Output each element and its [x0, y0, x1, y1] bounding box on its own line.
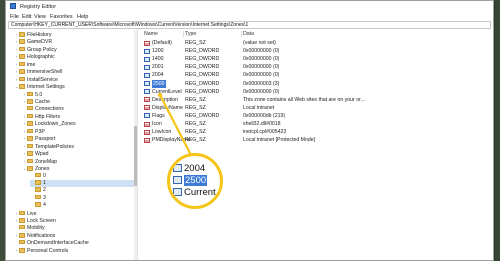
- magnifier-row: Current: [173, 187, 216, 198]
- dword-value-icon: [173, 176, 182, 184]
- dword-value-icon: [173, 188, 182, 196]
- magnifier-callout: 2004 2500 Current: [167, 153, 223, 209]
- callout-pointer: [157, 92, 193, 158]
- callout-dot: [157, 92, 163, 98]
- magnifier-row-text: 2004: [184, 163, 206, 174]
- dword-value-icon: [173, 164, 182, 172]
- magnifier-row-selected: 2500: [173, 175, 208, 186]
- magnifier-row-text: 2500: [184, 175, 208, 186]
- callout-line: [159, 94, 193, 158]
- magnifier-row-text: Current: [184, 187, 216, 198]
- magnifier-row: 2004: [173, 163, 205, 174]
